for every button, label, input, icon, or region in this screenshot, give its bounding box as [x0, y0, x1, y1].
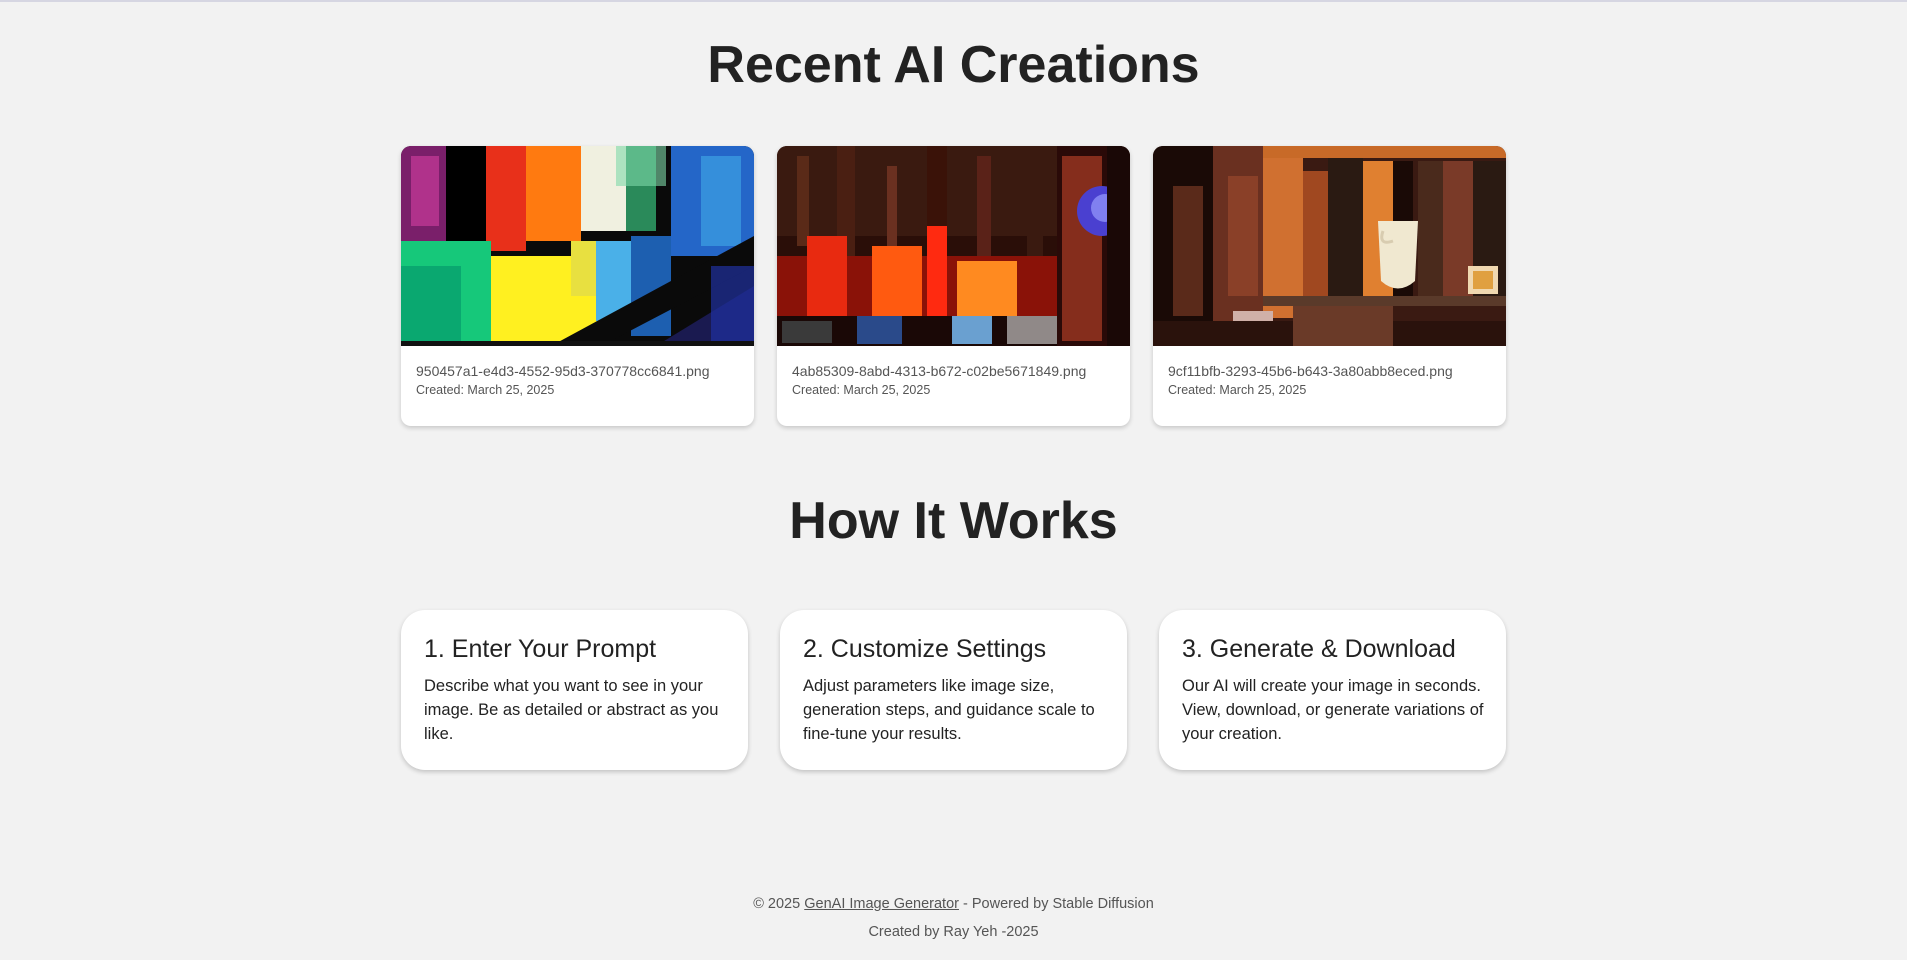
- abstract-colorful-blocks-image[interactable]: [401, 146, 754, 346]
- gallery-created-date: Created: March 25, 2025: [1168, 383, 1307, 397]
- step-title: 2. Customize Settings: [803, 635, 1047, 663]
- step-description: Describe what you want to see in your im…: [424, 677, 719, 743]
- step-card-settings: 2. Customize Settings Adjust parameters …: [780, 610, 1127, 770]
- how-it-works-title: How It Works: [789, 492, 1118, 550]
- gallery-filename: 4ab85309-8abd-4313-b672-c02be5671849.png: [792, 363, 1087, 379]
- gallery-filename: 9cf11bfb-3293-45b6-b643-3a80abb8eced.png: [1168, 363, 1453, 379]
- recent-creations-gallery: 950457a1-e4d3-4552-95d3-370778cc6841.png…: [401, 146, 1506, 426]
- footer-powered-by: - Powered by Stable Diffusion: [963, 896, 1154, 912]
- gallery-card[interactable]: 4ab85309-8abd-4313-b672-c02be5671849.png…: [777, 146, 1130, 426]
- recent-creations-title: Recent AI Creations: [707, 36, 1200, 94]
- step-card-prompt: 1. Enter Your Prompt Describe what you w…: [401, 610, 748, 770]
- footer-copyright-line: © 2025 GenAI Image Generator - Powered b…: [0, 890, 1907, 918]
- step-description: Our AI will create your image in seconds…: [1182, 677, 1484, 743]
- footer-brand-link[interactable]: GenAI Image Generator: [804, 896, 959, 912]
- bookshelf-interior-image[interactable]: [1153, 146, 1506, 346]
- gallery-card[interactable]: 9cf11bfb-3293-45b6-b643-3a80abb8eced.png…: [1153, 146, 1506, 426]
- step-title: 1. Enter Your Prompt: [424, 635, 657, 663]
- footer-copyright: © 2025: [753, 896, 801, 912]
- neon-city-lights-image[interactable]: [777, 146, 1130, 346]
- gallery-created-date: Created: March 25, 2025: [792, 383, 931, 397]
- gallery-created-date: Created: March 25, 2025: [416, 383, 555, 397]
- gallery-filename: 950457a1-e4d3-4552-95d3-370778cc6841.png: [416, 363, 710, 379]
- step-card-generate: 3. Generate & Download Our AI will creat…: [1159, 610, 1506, 770]
- step-description: Adjust parameters like image size, gener…: [803, 677, 1095, 743]
- footer: © 2025 GenAI Image Generator - Powered b…: [0, 890, 1907, 946]
- how-it-works-steps: 1. Enter Your Prompt Describe what you w…: [401, 610, 1506, 770]
- step-title: 3. Generate & Download: [1182, 635, 1456, 663]
- gallery-card[interactable]: 950457a1-e4d3-4552-95d3-370778cc6841.png…: [401, 146, 754, 426]
- footer-credit: Created by Ray Yeh -2025: [868, 924, 1039, 940]
